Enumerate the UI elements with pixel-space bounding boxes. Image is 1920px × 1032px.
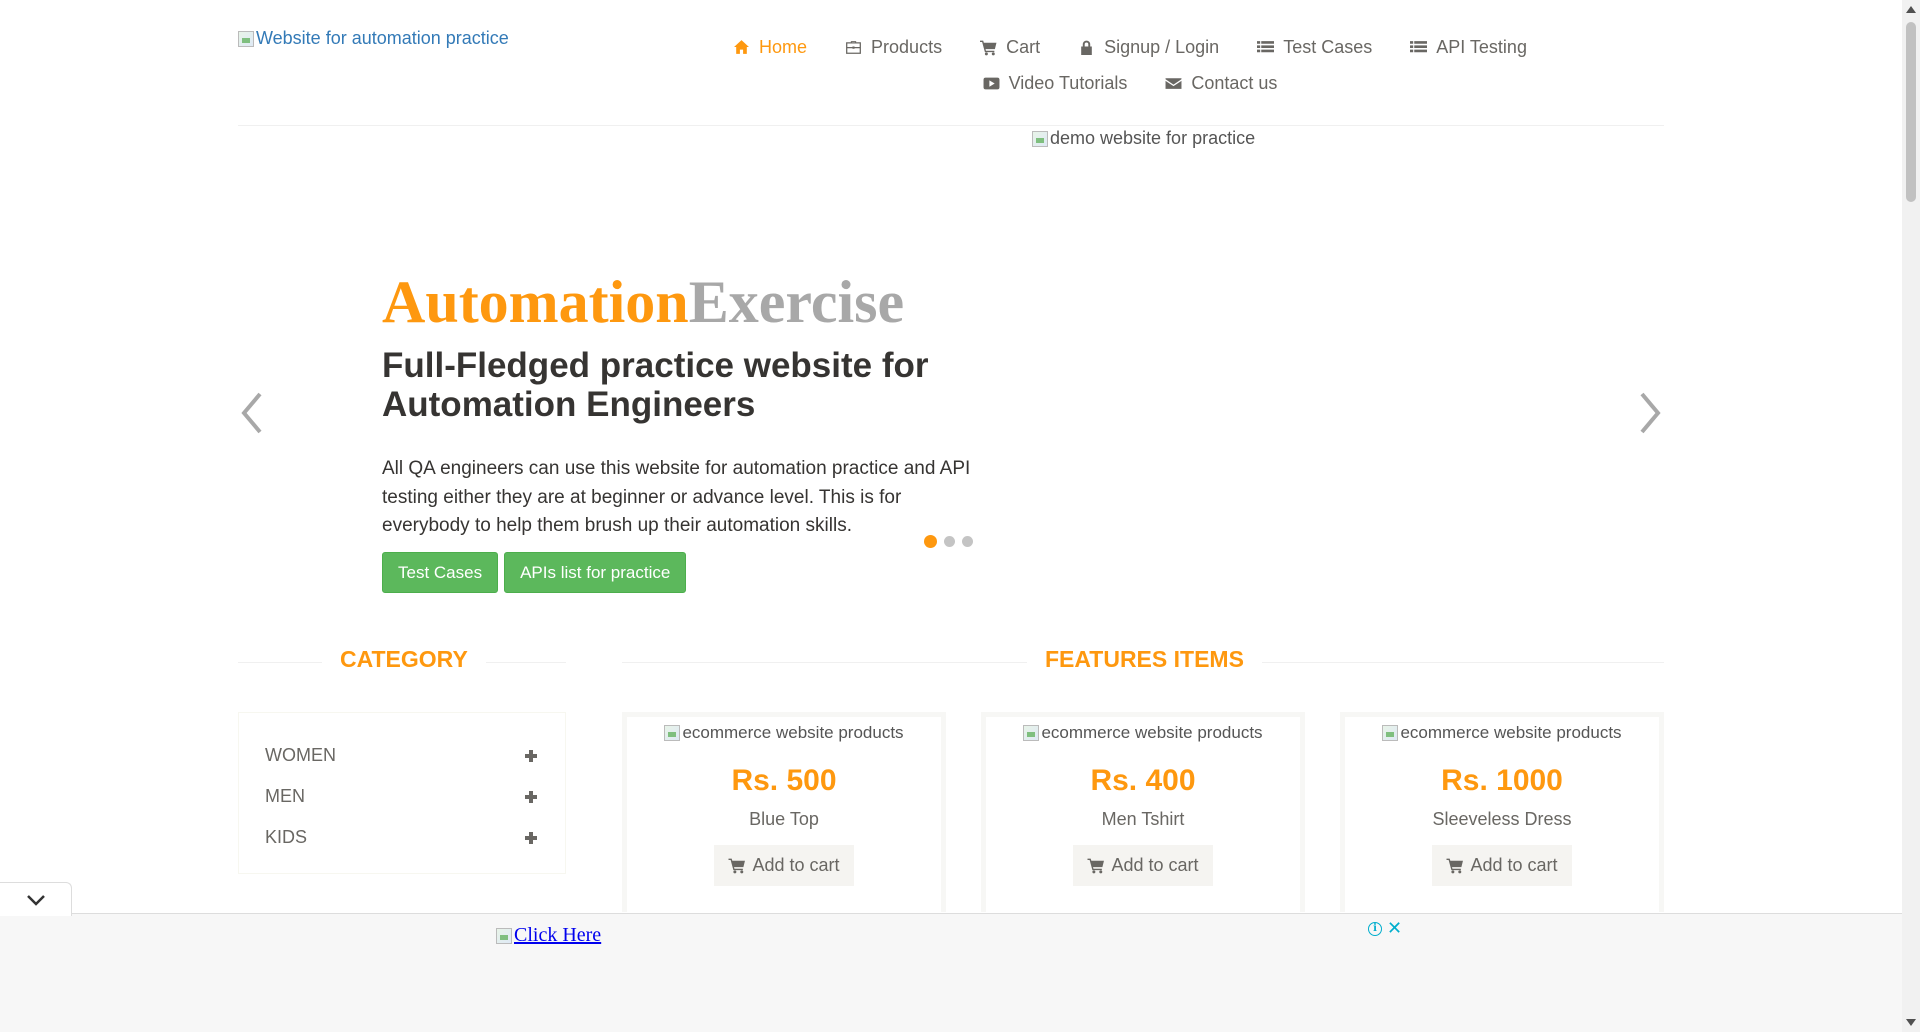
nav-home-label: Home [759, 36, 808, 57]
apis-list-button[interactable]: APIs list for practice [504, 552, 687, 593]
test-cases-button[interactable]: Test Cases [382, 552, 499, 593]
product-name: Sleeveless Dress [1432, 809, 1572, 829]
ad-close-icon[interactable]: ✕ [1387, 918, 1402, 939]
features-heading: FEATURES ITEMS [1027, 646, 1262, 673]
site-logo[interactable]: Website for automation practice [238, 28, 509, 49]
nav-cart[interactable]: Cart [980, 36, 1040, 58]
product-image: ecommerce website products [986, 723, 1300, 743]
add-to-cart-label: Add to cart [1111, 855, 1199, 875]
nav-video-tutorials[interactable]: Video Tutorials [983, 72, 1128, 94]
add-to-cart-label: Add to cart [1470, 855, 1558, 875]
broken-image-icon [1032, 130, 1048, 147]
ad-collapse-toggle[interactable] [0, 882, 72, 916]
product-name: Blue Top [749, 809, 819, 829]
ad-banner: Click Here i ✕ [0, 913, 1902, 1032]
product-image-alt: ecommerce website products [1041, 723, 1263, 742]
category-item-men[interactable]: MEN [239, 776, 565, 817]
list-icon [1257, 40, 1275, 52]
nav-contact-us-label: Contact us [1191, 72, 1278, 93]
hero-description: All QA engineers can use this website fo… [382, 458, 971, 536]
category-item-label: MEN [265, 786, 305, 806]
nav-api-testing[interactable]: API Testing [1410, 36, 1527, 58]
plus-icon[interactable] [525, 749, 537, 762]
plus-icon[interactable] [525, 831, 537, 844]
nav-signup-login-label: Signup / Login [1104, 36, 1220, 57]
ad-link-text: Click Here [514, 924, 602, 946]
page-scrollbar[interactable] [1902, 0, 1920, 1032]
home-icon [734, 39, 749, 54]
slider-next-button[interactable] [1632, 390, 1666, 436]
product-price: Rs. 500 [731, 764, 837, 797]
logo-alt-text: Website for automation practice [256, 28, 509, 48]
chevron-left-icon [241, 392, 262, 434]
product-image: ecommerce website products [1345, 723, 1659, 743]
product-image-alt: ecommerce website products [1400, 723, 1622, 742]
hero-brand-part2: Exercise [688, 269, 905, 335]
slider-dot-2[interactable] [944, 536, 955, 547]
scroll-thumb[interactable] [1906, 22, 1916, 202]
scroll-down-arrow-icon[interactable] [1906, 1019, 1916, 1026]
briefcase-icon [846, 40, 861, 54]
slider-dot-3[interactable] [962, 536, 973, 547]
nav-signup-login[interactable]: Signup / Login [1078, 36, 1219, 58]
chevron-down-icon [26, 894, 45, 906]
slider-dot-1[interactable] [924, 535, 937, 548]
product-card: ecommerce website products Rs. 1000 Slee… [1340, 712, 1664, 912]
product-price: Rs. 400 [1090, 764, 1196, 797]
product-card: ecommerce website products Rs. 400 Men T… [981, 712, 1305, 912]
nav-products[interactable]: Products [845, 36, 942, 58]
hero-title: Full-Fledged practice website for Automa… [382, 346, 929, 424]
nav-products-label: Products [871, 36, 943, 57]
main-nav: Home Products Cart Signup / Login Test C… [690, 36, 1570, 94]
ad-click-here-link[interactable]: Click Here [496, 924, 601, 947]
hero-brand-part1: Automation [382, 269, 689, 335]
product-card: ecommerce website products Rs. 500 Blue … [622, 712, 946, 912]
add-to-cart-button[interactable]: Add to cart [714, 845, 854, 886]
add-to-cart-label: Add to cart [752, 855, 840, 875]
cart-icon [728, 858, 746, 874]
product-image-alt: ecommerce website products [682, 723, 904, 742]
hero-image: demo website for practice [1032, 128, 1255, 149]
nav-api-testing-label: API Testing [1436, 36, 1527, 57]
category-panel: WOMEN MEN KIDS [238, 712, 566, 874]
nav-contact-us[interactable]: Contact us [1165, 72, 1277, 94]
nav-test-cases-label: Test Cases [1283, 36, 1373, 57]
cart-icon [1446, 858, 1464, 874]
hero-brand-heading: AutomationExercise [382, 272, 904, 332]
broken-image-icon [1382, 725, 1399, 741]
nav-video-tutorials-label: Video Tutorials [1008, 72, 1128, 93]
slider-indicators [924, 535, 973, 548]
add-to-cart-button[interactable]: Add to cart [1432, 845, 1572, 886]
broken-image-icon [496, 927, 512, 944]
hero-image-alt-text: demo website for practice [1050, 128, 1256, 148]
chevron-right-icon [1640, 392, 1661, 434]
category-heading: CATEGORY [322, 646, 486, 673]
envelope-icon [1165, 77, 1182, 89]
category-item-label: WOMEN [265, 745, 336, 765]
broken-image-icon [664, 725, 681, 741]
broken-image-icon [238, 30, 254, 47]
nav-cart-label: Cart [1006, 36, 1041, 57]
category-item-label: KIDS [265, 827, 308, 847]
youtube-icon [983, 77, 1000, 89]
cart-icon [980, 40, 997, 55]
category-item-women[interactable]: WOMEN [239, 735, 565, 776]
product-name: Men Tshirt [1101, 809, 1185, 829]
category-item-kids[interactable]: KIDS [239, 817, 565, 858]
hero-buttons: Test Cases APIs list for practice [382, 552, 687, 593]
slider-prev-button[interactable] [236, 390, 270, 436]
broken-image-icon [1023, 725, 1040, 741]
add-to-cart-button[interactable]: Add to cart [1073, 845, 1213, 886]
cart-icon [1087, 858, 1105, 874]
lock-icon [1081, 40, 1092, 55]
plus-icon[interactable] [525, 790, 537, 803]
scroll-up-arrow-icon[interactable] [1906, 6, 1916, 13]
product-image: ecommerce website products [627, 723, 941, 743]
product-price: Rs. 1000 [1441, 764, 1563, 797]
header-divider [238, 125, 1664, 126]
ad-info-icon[interactable]: i [1368, 922, 1382, 936]
nav-test-cases[interactable]: Test Cases [1257, 36, 1372, 58]
nav-home[interactable]: Home [733, 36, 807, 58]
list-icon [1410, 40, 1428, 52]
